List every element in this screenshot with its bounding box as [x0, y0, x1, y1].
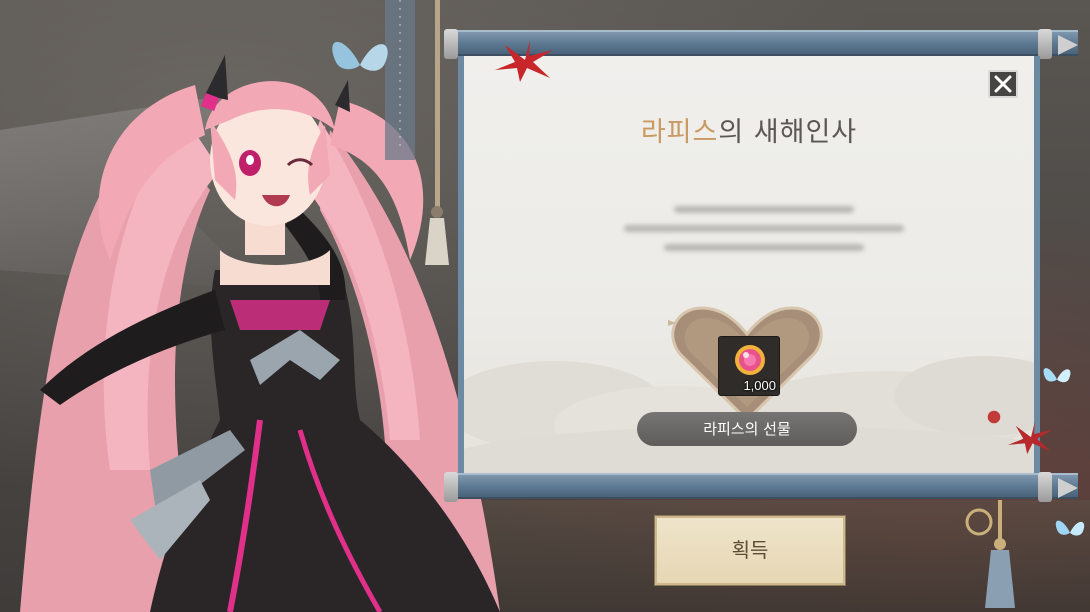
close-icon [994, 75, 1012, 93]
title-highlight: 라피스 [640, 117, 719, 148]
scroll-rod-bottom [444, 472, 1078, 502]
flower-petal [987, 410, 1001, 424]
reward-item-slot[interactable]: 1,000 [718, 336, 780, 396]
reward-label: 라피스의 선물 [637, 412, 857, 446]
title-rest: 의 새해인사 [718, 117, 858, 148]
flower-petal [1008, 421, 1053, 455]
butterfly-icon [332, 41, 388, 71]
gem-icon [735, 345, 765, 375]
obtain-button[interactable]: 획득 [654, 515, 846, 586]
hanging-ornament-bottom [965, 500, 1015, 608]
flower-petal [495, 40, 553, 82]
reward-count: 1,000 [743, 378, 776, 393]
blurred-message [624, 206, 904, 263]
butterfly-icon [1055, 520, 1085, 536]
dialog-title: 라피스의 새해인사 [464, 110, 1034, 149]
close-button[interactable] [988, 70, 1018, 98]
